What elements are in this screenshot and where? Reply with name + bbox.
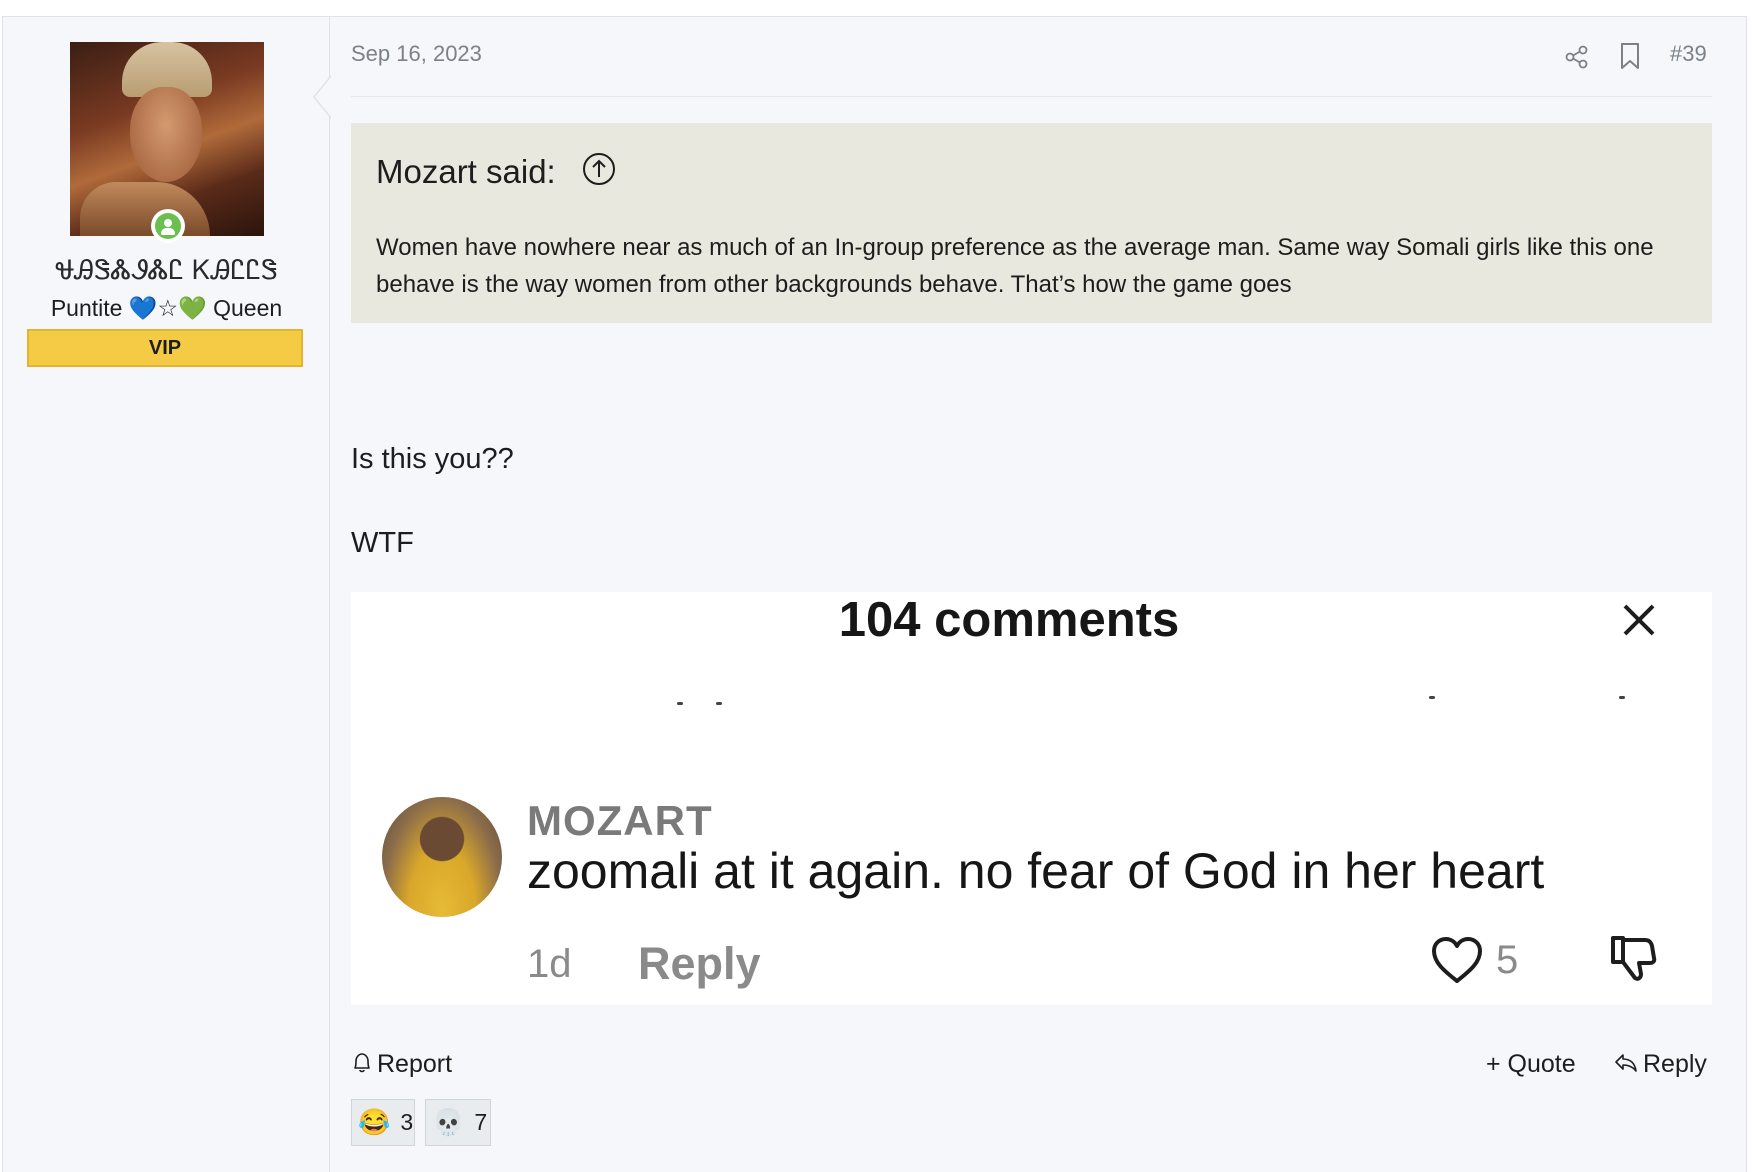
user-avatar[interactable] (70, 42, 264, 236)
close-icon (1623, 604, 1655, 636)
divider (351, 96, 1712, 97)
artifact-dot (677, 702, 683, 705)
thumbs-down-icon (1611, 936, 1657, 981)
avatar-hand (80, 182, 210, 236)
comment-age: 1d (527, 942, 572, 986)
bell-icon (354, 1053, 370, 1073)
username[interactable]: ᏠᎯᏕᏜᏭᏜᏝ ᏦᎯᏝᏝᏕ (3, 255, 330, 287)
forum-post: ᏠᎯᏕᏜᏭᏜᏝ ᏦᎯᏝᏝᏕ Puntite 💙☆💚 Queen VIP Sep … (2, 16, 1747, 1172)
report-label: Report (377, 1050, 453, 1078)
like-count: 5 (1496, 938, 1519, 982)
quote-block: Mozart said: Women have nowhere near as … (351, 123, 1712, 323)
commenter-name: MOZART (527, 797, 713, 844)
post-main: Sep 16, 2023 #39 Mozart said: Women have… (330, 17, 1746, 1172)
report-button[interactable]: Report (351, 1050, 452, 1079)
post-text-line: Is this you?? (351, 443, 514, 475)
user-sidebar: ᏠᎯᏕᏜᏭᏜᏝ ᏦᎯᏝᏝᏕ Puntite 💙☆💚 Queen VIP (3, 17, 330, 1172)
reply-arrow-icon (1615, 1054, 1637, 1072)
comment-text: zoomali at it again. no fear of God in h… (527, 843, 1545, 899)
quote-button[interactable]: + Quote (1486, 1050, 1576, 1079)
comments-count: 104 comments (838, 593, 1180, 647)
post-text-line: WTF (351, 527, 414, 559)
quote-text: Women have nowhere near as much of an In… (376, 234, 1654, 298)
post-number[interactable]: #39 (1670, 41, 1707, 67)
bookmark-icon[interactable] (1618, 41, 1642, 71)
online-status-icon (151, 209, 185, 243)
artifact-dot (1619, 696, 1625, 699)
artifact-dot (716, 702, 722, 705)
commenter-avatar (382, 797, 502, 917)
skull-emoji-icon: 💀 (432, 1107, 465, 1137)
reply-button[interactable]: Reply (1613, 1050, 1707, 1079)
reaction-skull[interactable]: 💀 7 (425, 1099, 491, 1146)
reaction-count: 7 (474, 1109, 488, 1135)
user-banner: VIP (27, 329, 303, 367)
post-date[interactable]: Sep 16, 2023 (351, 41, 482, 67)
user-title: Puntite 💙☆💚 Queen (50, 295, 283, 321)
quote-author[interactable]: Mozart said: (376, 153, 556, 191)
laugh-emoji-icon: 😂 (358, 1107, 391, 1137)
embedded-screenshot[interactable]: 104 comments MOZART zoomali at it again.… (351, 592, 1712, 1005)
avatar-face (130, 87, 202, 182)
reaction-laugh[interactable]: 😂 3 (351, 1099, 415, 1146)
heart-icon (1432, 937, 1482, 983)
artifact-dot (1429, 696, 1435, 699)
comment-reply-label: Reply (638, 938, 761, 989)
share-icon[interactable] (1563, 43, 1591, 71)
reaction-count: 3 (400, 1109, 414, 1135)
arrow-up-circle-icon[interactable] (581, 151, 617, 187)
reply-label: Reply (1643, 1050, 1707, 1078)
